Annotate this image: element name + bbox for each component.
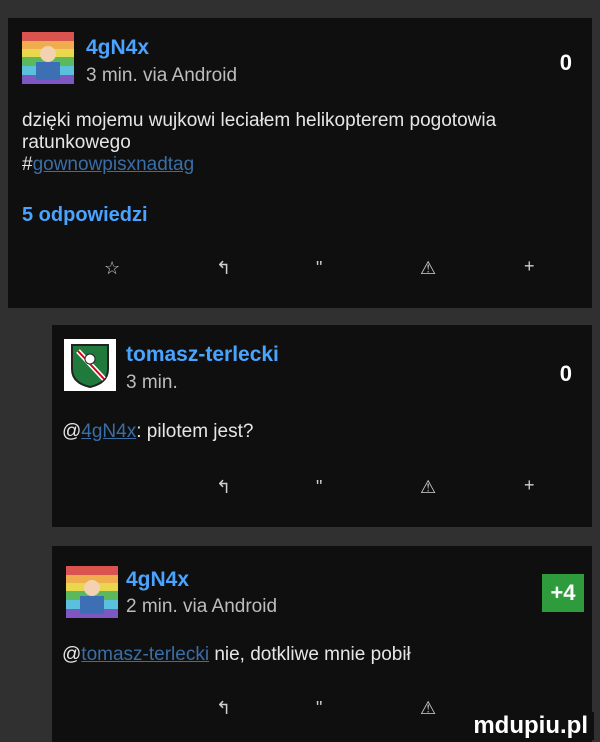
quote-icon[interactable]: " [316,477,322,498]
post-meta: 2 min. via Android [126,596,278,617]
text-line: dzięki mojemu wujkowi leciałem helikopte… [22,110,497,131]
hashtag-link[interactable]: gownowpisxnadtag [33,154,195,175]
mention-link[interactable]: 4gN4x [81,421,136,442]
comment-card: 4gN4x 3 min. via Android 0 dzięki mojemu… [8,18,592,308]
avatar[interactable] [66,566,118,618]
comment-text: @4gN4x: pilotem jest? [62,421,582,443]
plus-icon[interactable]: + [524,475,535,496]
plus-icon[interactable]: + [524,256,535,277]
mention-link[interactable]: tomasz-terlecki [81,644,209,665]
quote-icon[interactable]: " [316,258,322,279]
comment-text: dzięki mojemu wujkowi leciałem helikopte… [22,110,582,176]
post-meta: 3 min. via Android [86,65,238,86]
hashtag-prefix: # [22,154,33,175]
reply-icon[interactable]: ↰ [216,698,231,719]
reply-icon[interactable]: ↰ [216,258,231,279]
mention-prefix: @ [62,421,82,442]
comment-text: @tomasz-terlecki nie, dotkliwe mnie pobi… [62,644,582,666]
text-after-mention: nie, dotkliwe mnie pobił [209,644,411,665]
username[interactable]: tomasz-terlecki [126,343,279,367]
avatar[interactable] [64,339,116,391]
vote-score[interactable]: +4 [542,574,584,612]
username[interactable]: 4gN4x [126,568,189,592]
report-icon[interactable]: ⚠ [420,477,436,498]
username[interactable]: 4gN4x [86,36,149,60]
quote-icon[interactable]: " [316,698,322,719]
favorite-icon[interactable]: ☆ [104,258,120,279]
watermark: mdupiu.pl [467,712,594,740]
post-meta: 3 min. [126,372,178,393]
avatar[interactable] [22,32,74,84]
vote-score[interactable]: 0 [560,50,572,76]
report-icon[interactable]: ⚠ [420,258,436,279]
mention-prefix: @ [62,644,82,665]
text-after-mention: : pilotem jest? [136,421,254,442]
reply-card: tomasz-terlecki 3 min. 0 @4gN4x: pilotem… [52,325,592,527]
report-icon[interactable]: ⚠ [420,698,436,719]
replies-link[interactable]: 5 odpowiedzi [22,204,148,227]
hashtag-line: #gownowpisxnadtag [22,154,582,176]
reply-icon[interactable]: ↰ [216,477,231,498]
vote-score[interactable]: 0 [560,361,572,387]
text-line: ratunkowego [22,132,131,153]
